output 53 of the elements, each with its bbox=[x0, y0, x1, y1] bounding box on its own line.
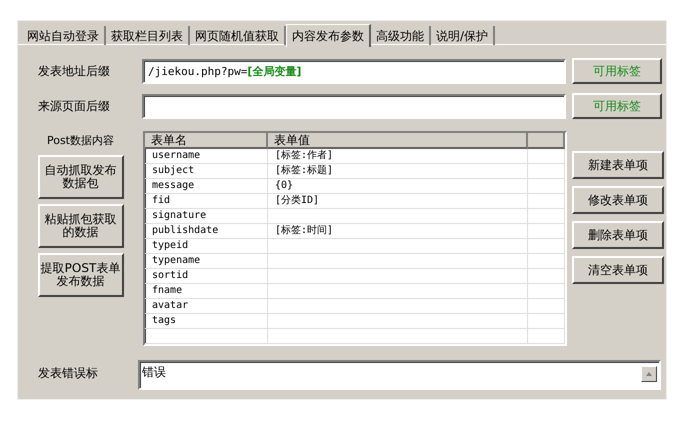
table-cell: fid bbox=[145, 194, 268, 209]
action-button[interactable]: 自动抓取发布数据包 bbox=[38, 154, 124, 198]
table-cell: tags bbox=[145, 314, 268, 329]
tab[interactable]: 内容发布参数 bbox=[286, 24, 371, 47]
table-cell bbox=[528, 329, 565, 344]
scroll-up-button[interactable] bbox=[641, 366, 657, 382]
column-header[interactable]: 表单名 bbox=[145, 133, 268, 149]
table-cell bbox=[528, 284, 565, 299]
table-cell: [标签:标题] bbox=[268, 164, 528, 179]
table-cell bbox=[528, 269, 565, 284]
table-cell: signature bbox=[145, 209, 268, 224]
table-cell bbox=[528, 149, 565, 164]
field-label: 发表地址后缀 bbox=[38, 63, 111, 80]
table-cell bbox=[528, 254, 565, 269]
action-button[interactable]: 粘贴抓包获取的数据 bbox=[38, 204, 124, 248]
field-label: 发表错误标 bbox=[38, 365, 99, 382]
action-button[interactable]: 删除表单项 bbox=[572, 221, 664, 249]
table-cell: message bbox=[145, 179, 268, 194]
text-value: 错误 bbox=[142, 364, 166, 381]
table-cell: {0} bbox=[268, 179, 528, 194]
table-cell bbox=[528, 314, 565, 329]
table-cell bbox=[528, 239, 565, 254]
table-cell: username bbox=[145, 149, 268, 164]
table-cell: sortid bbox=[145, 269, 268, 284]
text-field[interactable] bbox=[142, 94, 566, 118]
tab[interactable]: 网站自动登录 bbox=[22, 26, 106, 45]
action-button[interactable]: 修改表单项 bbox=[572, 186, 664, 214]
field-label: 来源页面后缀 bbox=[38, 98, 111, 115]
table-cell: [分类ID] bbox=[268, 194, 528, 209]
table-cell bbox=[528, 164, 565, 179]
section-label: Post数据内容 bbox=[46, 133, 114, 149]
table-cell bbox=[528, 224, 565, 239]
tab[interactable]: 说明/保护 bbox=[431, 26, 496, 45]
table-cell bbox=[528, 299, 565, 314]
table-cell: avatar bbox=[145, 299, 268, 314]
table-cell: typeid bbox=[145, 239, 268, 254]
table-cell bbox=[528, 209, 565, 224]
action-button[interactable]: 提取POST表单发布数据 bbox=[38, 252, 124, 296]
table-cell: fname bbox=[145, 284, 268, 299]
table-cell: subject bbox=[145, 164, 268, 179]
table-cell: typename bbox=[145, 254, 268, 269]
text-field[interactable]: /jiekou.php?pw=[全局变量] bbox=[142, 58, 566, 84]
tab[interactable]: 获取栏目列表 bbox=[106, 26, 190, 45]
table-cell bbox=[528, 179, 565, 194]
tab[interactable]: 高级功能 bbox=[371, 26, 431, 45]
column-header[interactable]: 表单值 bbox=[268, 133, 528, 149]
action-button[interactable]: 清空表单项 bbox=[572, 256, 664, 284]
table-cell: [标签:时间] bbox=[268, 224, 528, 239]
action-button[interactable]: 新建表单项 bbox=[572, 151, 664, 179]
table-cell bbox=[528, 194, 565, 209]
text-area[interactable]: 错误 bbox=[138, 360, 661, 390]
table-cell: [标签:作者] bbox=[268, 149, 528, 164]
table-cell: publishdate bbox=[145, 224, 268, 239]
